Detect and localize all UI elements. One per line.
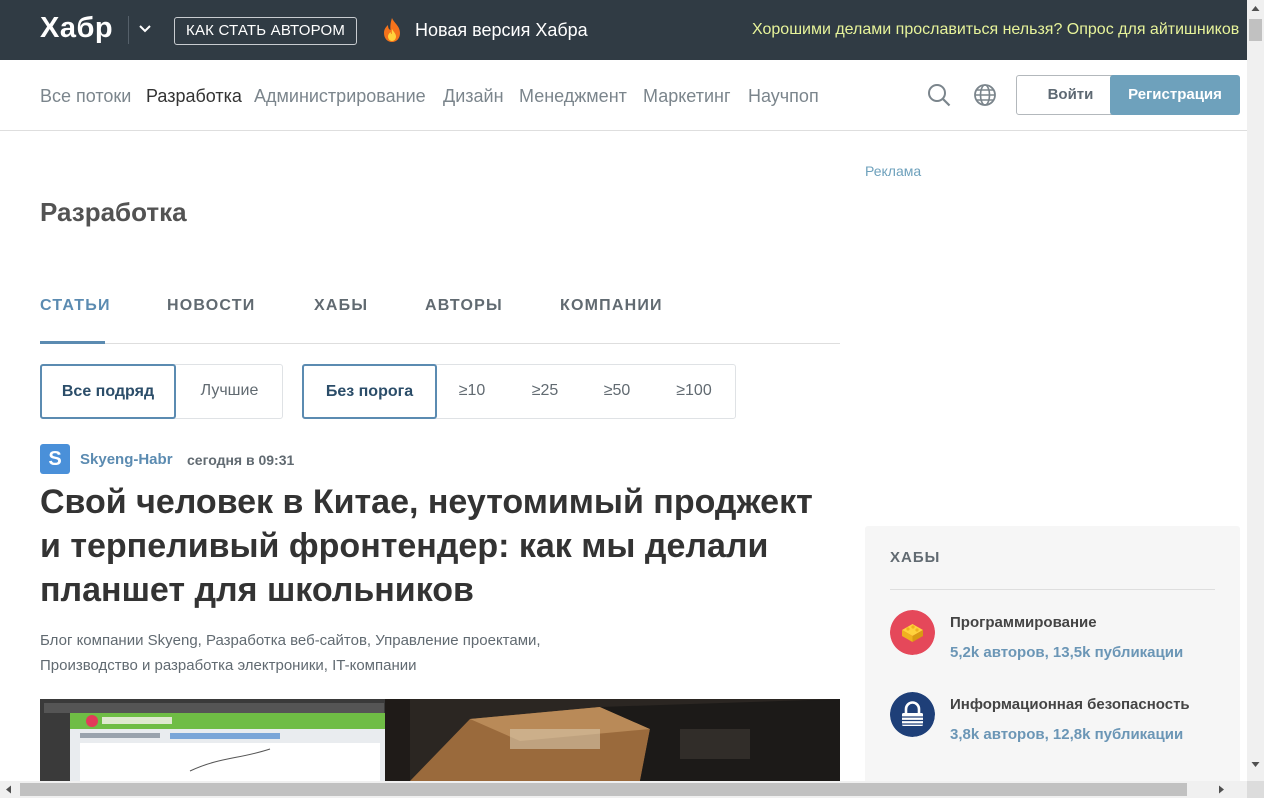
lock-icon[interactable] (890, 692, 935, 737)
hub-stats: 3,8k авторов, 12,8k публикации (950, 726, 1184, 743)
post-hubs: Блог компании Skyeng, Разработка веб-сай… (40, 628, 840, 678)
tab-articles[interactable]: СТАТЬИ (40, 297, 111, 315)
programming-hub-icon[interactable] (890, 610, 935, 655)
flows-navigation: Все потоки Разработка Администрирование … (0, 60, 1247, 131)
post-title[interactable]: Свой человек в Китае, неутомимый проджек… (40, 480, 840, 612)
filter-threshold-100[interactable]: ≥100 (653, 364, 735, 419)
horizontal-scrollbar[interactable] (0, 781, 1247, 798)
post-hubs-line[interactable]: Блог компании Skyeng, Разработка веб-сай… (40, 628, 840, 653)
globe-icon[interactable] (973, 83, 997, 107)
avatar[interactable]: S (40, 444, 70, 474)
nav-item-administration[interactable]: Администрирование (254, 86, 426, 107)
scrollbar-thumb[interactable] (20, 783, 1187, 796)
tab-authors[interactable]: АВТОРЫ (425, 297, 503, 315)
content-tabs: СТАТЬИ НОВОСТИ ХАБЫ АВТОРЫ КОМПАНИИ (40, 290, 840, 344)
rating-threshold-group: Без порога ≥10 ≥25 ≥50 ≥100 (302, 364, 736, 419)
habr-logo[interactable]: Хабр (40, 12, 113, 45)
post-cover-image[interactable] (40, 699, 840, 781)
new-version-link[interactable]: Новая версия Хабра (415, 20, 588, 41)
filter-threshold-10[interactable]: ≥10 (437, 364, 507, 419)
filter-threshold-50[interactable]: ≥50 (581, 364, 653, 419)
filter-no-threshold[interactable]: Без порога (302, 364, 437, 419)
hubs-panel-title: ХАБЫ (890, 549, 941, 566)
search-icon[interactable] (927, 83, 951, 107)
nav-item-management[interactable]: Менеджмент (519, 86, 627, 107)
signup-button[interactable]: Регистрация (1110, 75, 1240, 115)
scroll-down-arrow-icon[interactable] (1247, 756, 1264, 773)
scroll-left-arrow-icon[interactable] (0, 781, 17, 798)
post-hubs-line[interactable]: Производство и разработка электроники, I… (40, 653, 840, 678)
nav-item-marketing[interactable]: Маркетинг (643, 86, 731, 107)
post-time: сегодня в 09:31 (187, 452, 295, 468)
sort-filter-group: Все подряд Лучшие (40, 364, 283, 419)
list-item: Информационная безопасность 3,8k авторов… (890, 692, 1220, 743)
filter-all[interactable]: Все подряд (40, 364, 176, 419)
ad-label: Реклама (865, 163, 922, 179)
active-tab-indicator (40, 341, 105, 344)
hub-name[interactable]: Программирование (950, 614, 1097, 631)
login-button[interactable]: Войти (1016, 75, 1125, 115)
filter-threshold-25[interactable]: ≥25 (509, 364, 581, 419)
top-bar: Хабр КАК СТАТЬ АВТОРОМ Новая версия Хабр… (0, 0, 1247, 60)
nav-item-development[interactable]: Разработка (146, 86, 242, 107)
tab-companies[interactable]: КОМПАНИИ (560, 297, 663, 315)
nav-item-popsci[interactable]: Научпоп (748, 86, 819, 107)
divider (890, 589, 1215, 590)
scroll-right-arrow-icon[interactable] (1213, 781, 1230, 798)
chevron-down-icon[interactable] (136, 20, 154, 38)
filter-best[interactable]: Лучшие (176, 364, 283, 419)
hub-stats: 5,2k авторов, 13,5k публикации (950, 644, 1184, 661)
hubs-panel: ХАБЫ Программирование 5,2k авторов, 13,5… (865, 526, 1240, 781)
logo-separator (128, 16, 129, 44)
vertical-scrollbar[interactable] (1247, 0, 1264, 781)
nav-item-all-flows[interactable]: Все потоки (40, 86, 131, 107)
tab-hubs[interactable]: ХАБЫ (314, 297, 368, 315)
list-item: Программирование 5,2k авторов, 13,5k пуб… (890, 610, 1220, 661)
hub-name[interactable]: Информационная безопасность (950, 696, 1190, 713)
fire-icon (384, 18, 400, 42)
browser-viewport: Хабр КАК СТАТЬ АВТОРОМ Новая версия Хабр… (0, 0, 1247, 781)
scrollbar-thumb[interactable] (1249, 19, 1262, 41)
nav-item-design[interactable]: Дизайн (443, 86, 504, 107)
how-to-become-author-button[interactable]: КАК СТАТЬ АВТОРОМ (174, 17, 358, 45)
scroll-up-arrow-icon[interactable] (1247, 0, 1264, 17)
scrollbar-corner (1247, 781, 1264, 798)
tab-news[interactable]: НОВОСТИ (167, 297, 255, 315)
post-author[interactable]: Skyeng-Habr (80, 451, 173, 468)
page-title: Разработка (40, 197, 187, 227)
promo-link[interactable]: Хорошими делами прославиться нельзя? Опр… (752, 21, 1239, 39)
tablet-photo (40, 699, 840, 781)
